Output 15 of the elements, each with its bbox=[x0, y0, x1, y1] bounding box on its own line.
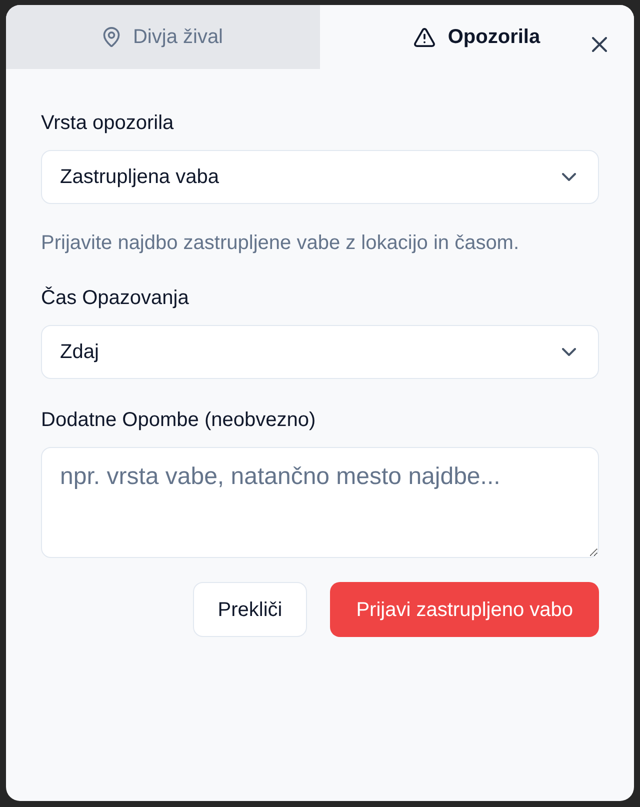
dropdown-field[interactable]: Zastrupljena vaba bbox=[41, 150, 599, 204]
tab[interactable]: Divja žival bbox=[6, 5, 320, 69]
field-label: Dodatne Opombe (neobvezno) bbox=[41, 408, 317, 433]
submit-button[interactable]: Prijavi zastrupljeno vabo bbox=[330, 582, 599, 637]
chevron-down-icon bbox=[562, 348, 576, 356]
notes-field[interactable]: npr. vrsta vabe, natančno mesto najdbe... bbox=[41, 447, 599, 558]
warning-icon bbox=[414, 28, 435, 46]
field-label: Čas Opazovanja bbox=[41, 286, 190, 311]
map-pin-icon bbox=[102, 27, 120, 47]
cancel-button[interactable]: Prekliči bbox=[192, 582, 308, 637]
chevron-down-icon bbox=[562, 173, 576, 181]
hint-text: Prijavite najdbo zastrupljene vabe z lokacijo in časom. bbox=[41, 231, 520, 256]
close-icon bbox=[592, 36, 606, 52]
dropdown-field[interactable]: Zdaj bbox=[41, 325, 599, 379]
field-label: Vrsta opozorila bbox=[41, 111, 175, 136]
